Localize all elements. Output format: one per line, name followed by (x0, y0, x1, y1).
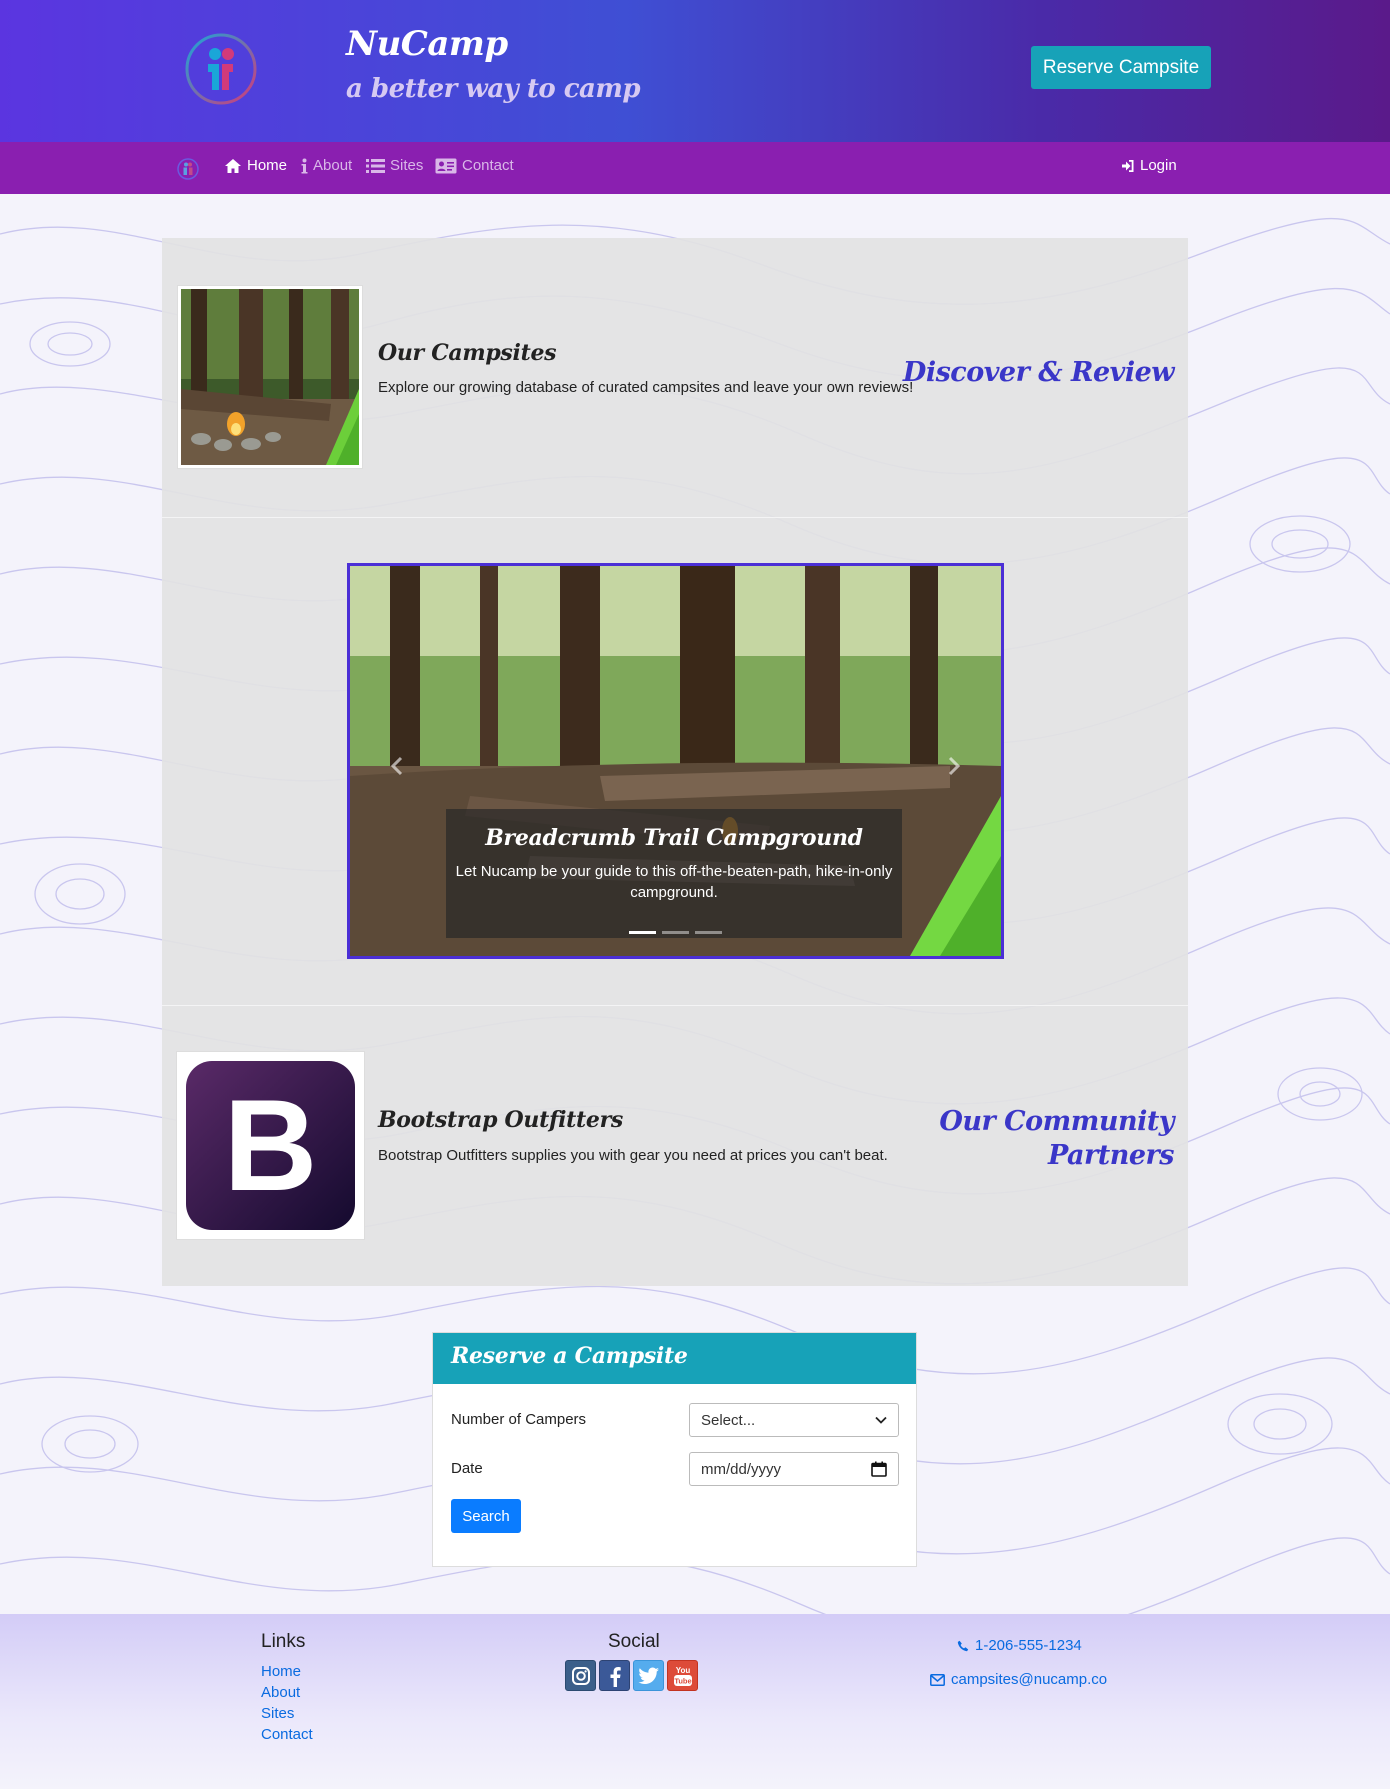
partner-thumbnail: B (176, 1051, 365, 1240)
section-divider (162, 1005, 1188, 1006)
date-input[interactable]: mm/dd/yyyy (689, 1452, 899, 1486)
campsites-title: Our Campsites (378, 340, 557, 366)
nav-item-home[interactable]: Home (224, 157, 287, 174)
home-icon (225, 158, 241, 173)
footer-email-text: campsites@nucamp.co (951, 1671, 1108, 1688)
campers-label: Number of Campers (451, 1411, 587, 1428)
sign-in-icon (1122, 159, 1134, 172)
login-label: Login (1140, 157, 1177, 174)
section-divider (162, 517, 1188, 518)
carousel-caption-text: Let Nucamp be your guide to this off-the… (455, 863, 893, 901)
campsite-thumbnail (177, 285, 363, 469)
footer-link-home[interactable]: Home (261, 1663, 301, 1680)
footer-email[interactable]: campsites@nucamp.co (930, 1671, 1107, 1688)
nav-item-about-label: About (313, 157, 353, 174)
carousel-prev-icon[interactable] (390, 756, 404, 776)
site-footer: Links Home About Sites Contact Social 1-… (0, 1614, 1390, 1789)
footer-links-heading: Links (261, 1631, 306, 1652)
nav-item-sites[interactable]: Sites (366, 157, 423, 174)
search-button[interactable]: Search (451, 1499, 521, 1533)
footer-link-sites[interactable]: Sites (261, 1705, 294, 1722)
carousel-next-icon[interactable] (947, 756, 961, 776)
partner-title: Bootstrap Outfitters (378, 1107, 623, 1133)
phone-icon (957, 1640, 969, 1651)
navbar-logo-icon[interactable] (177, 158, 199, 180)
nav-item-contact[interactable]: Contact (435, 157, 514, 174)
nav-item-contact-label: Contact (462, 157, 514, 174)
community-partners-line2: Partners (1047, 1140, 1175, 1171)
calendar-icon[interactable] (871, 1461, 887, 1477)
nucamp-logo-icon (185, 33, 257, 105)
carousel-indicator[interactable] (695, 931, 722, 934)
footer-link-contact[interactable]: Contact (261, 1726, 313, 1743)
youtube-button[interactable]: You Tube (667, 1660, 698, 1691)
footer-phone[interactable]: 1-206-555-1234 (957, 1637, 1082, 1654)
campsite-carousel: Breadcrumb Trail Campground Let Nucamp b… (347, 563, 1004, 959)
svg-text:You: You (675, 1666, 690, 1675)
reserve-campsite-card: Reserve a Campsite Number of Campers Sel… (432, 1332, 917, 1567)
content-panel: Our Campsites Explore our growing databa… (162, 238, 1188, 1286)
youtube-icon: You Tube (673, 1666, 692, 1686)
nav-item-home-label: Home (247, 157, 288, 174)
svg-text:B: B (224, 1072, 318, 1218)
reserve-card-header: Reserve a Campsite (433, 1333, 916, 1384)
nav-item-about[interactable]: About (300, 157, 352, 174)
instagram-button[interactable] (565, 1660, 596, 1691)
carousel-caption-title: Breadcrumb Trail Campground (485, 825, 863, 851)
address-card-icon (435, 158, 457, 173)
chevron-down-icon (875, 1416, 887, 1424)
community-partners-heading: Our Community Partners (939, 1105, 1174, 1173)
discover-review-heading: Discover & Review (902, 357, 1175, 388)
reserve-campsite-button[interactable]: Reserve Campsite (1031, 46, 1211, 89)
instagram-icon (571, 1666, 590, 1685)
svg-text:Tube: Tube (674, 1676, 691, 1685)
brand-title: NuCamp (346, 24, 508, 64)
main-navbar: Home About Sites Contact Login (0, 142, 1390, 194)
envelope-icon (930, 1673, 945, 1686)
campers-select[interactable]: Select... (689, 1403, 899, 1437)
carousel-indicator[interactable] (662, 931, 689, 934)
partner-text: Bootstrap Outfitters supplies you with g… (378, 1147, 888, 1164)
campsite-image (181, 289, 359, 465)
nav-item-sites-label: Sites (390, 157, 424, 174)
footer-link-about[interactable]: About (261, 1684, 300, 1701)
footer-phone-text: 1-206-555-1234 (975, 1637, 1082, 1654)
carousel-caption: Breadcrumb Trail Campground Let Nucamp b… (446, 809, 902, 938)
twitter-icon (637, 1667, 659, 1684)
facebook-icon (610, 1666, 621, 1687)
facebook-button[interactable] (599, 1660, 630, 1691)
brand-tagline: a better way to camp (346, 74, 641, 104)
twitter-button[interactable] (633, 1660, 664, 1691)
footer-social-heading: Social (608, 1631, 660, 1652)
carousel-indicators (629, 931, 722, 934)
list-icon (366, 158, 385, 173)
campsites-text: Explore our growing database of curated … (378, 379, 914, 396)
date-placeholder: mm/dd/yyyy (701, 1460, 782, 1478)
header-jumbotron: NuCamp a better way to camp Reserve Camp… (0, 0, 1390, 142)
community-partners-line1: Our Community (939, 1106, 1174, 1137)
date-label: Date (451, 1460, 483, 1477)
info-icon (301, 158, 308, 173)
carousel-indicator[interactable] (629, 931, 656, 934)
login-link[interactable]: Login (1121, 157, 1177, 174)
campers-select-value: Select... (701, 1411, 756, 1429)
bootstrap-logo-icon: B (186, 1061, 355, 1230)
